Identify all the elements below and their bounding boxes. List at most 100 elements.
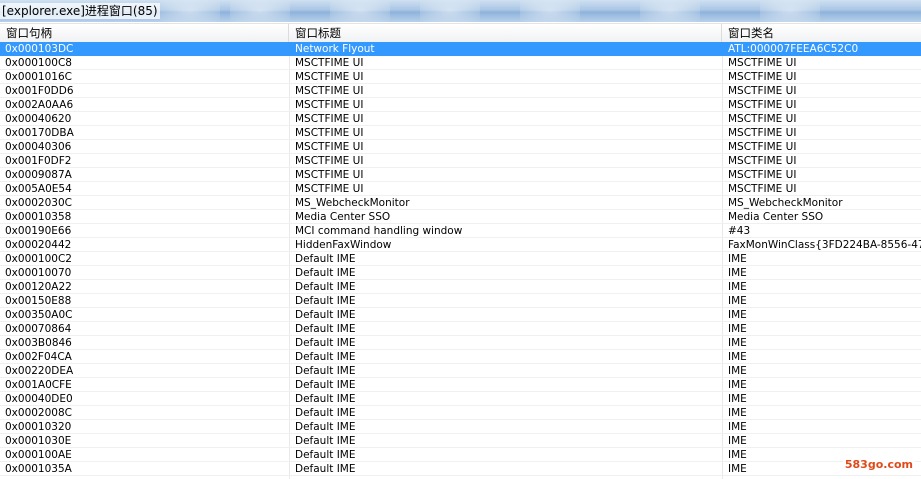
cell-title: Default IME bbox=[295, 351, 356, 363]
cell-class: MS_WebcheckMonitor bbox=[728, 197, 843, 209]
table-row[interactable]: 0x000100AE Default IME IME bbox=[0, 448, 921, 462]
table-row[interactable]: 0x00010358 Media Center SSO Media Center S… bbox=[0, 210, 921, 224]
cell-class: MSCTFIME UI bbox=[728, 155, 797, 167]
cell-class: IME bbox=[728, 365, 747, 377]
table-row[interactable]: 0x0002030C MS_WebcheckMonitor MS_WebcheckM… bbox=[0, 196, 921, 210]
cell-title: Default IME bbox=[295, 393, 356, 405]
table-row[interactable]: 0x005A0E54 MSCTFIME UI MSCTFIME UI bbox=[0, 182, 921, 196]
table-row[interactable]: 0x00170DBA MSCTFIME UI MSCTFIME UI bbox=[0, 126, 921, 140]
table-row[interactable]: 0x0001035A Default IME IME bbox=[0, 462, 921, 476]
table-row[interactable]: 0x0009087A MSCTFIME UI MSCTFIME UI bbox=[0, 168, 921, 182]
cell-handle: 0x00150E88 bbox=[5, 295, 72, 307]
cell-title: MSCTFIME UI bbox=[295, 169, 364, 181]
cell-handle: 0x00220DEA bbox=[5, 365, 74, 377]
table-row[interactable]: 0x00040DE0 Default IME IME bbox=[0, 392, 921, 406]
cell-handle: 0x00070864 bbox=[5, 323, 72, 335]
table-row[interactable]: 0x00020442 HiddenFaxWindow FaxMonWinClass{… bbox=[0, 238, 921, 252]
cell-title: MSCTFIME UI bbox=[295, 113, 364, 125]
cell-class: IME bbox=[728, 267, 747, 279]
cell-handle: 0x002A0AA6 bbox=[5, 99, 74, 111]
cell-class: IME bbox=[728, 435, 747, 447]
cell-class: MSCTFIME UI bbox=[728, 85, 797, 97]
cell-handle: 0x0001035A bbox=[5, 463, 72, 475]
window-list[interactable]: 0x000103DC Network Flyout ATL:000007FEEA6C… bbox=[0, 42, 921, 479]
cell-handle: 0x000100C8 bbox=[5, 57, 72, 69]
cell-class: IME bbox=[728, 309, 747, 321]
cell-handle: 0x00020442 bbox=[5, 239, 72, 251]
table-row[interactable]: 0x002F04CA Default IME IME bbox=[0, 350, 921, 364]
cell-handle: 0x00040306 bbox=[5, 141, 72, 153]
cell-handle: 0x000100AE bbox=[5, 449, 72, 461]
cell-title: MS_WebcheckMonitor bbox=[295, 197, 410, 209]
cell-title: Default IME bbox=[295, 295, 356, 307]
cell-handle: 0x00120A22 bbox=[5, 281, 72, 293]
cell-class: IME bbox=[728, 407, 747, 419]
cell-handle: 0x00010070 bbox=[5, 267, 72, 279]
cell-title: MSCTFIME UI bbox=[295, 57, 364, 69]
table-row[interactable]: 0x00070864 Default IME IME bbox=[0, 322, 921, 336]
cell-title: Default IME bbox=[295, 309, 356, 321]
cell-title: MSCTFIME UI bbox=[295, 99, 364, 111]
table-row[interactable]: 0x0002008C Default IME IME bbox=[0, 406, 921, 420]
table-row[interactable]: 0x00010070 Default IME IME bbox=[0, 266, 921, 280]
table-row[interactable]: 0x000100C2 Default IME IME bbox=[0, 252, 921, 266]
table-row[interactable]: 0x0001016C MSCTFIME UI MSCTFIME UI bbox=[0, 70, 921, 84]
table-row[interactable]: 0x00040620 MSCTFIME UI MSCTFIME UI bbox=[0, 112, 921, 126]
table-row[interactable]: 0x00010320 Default IME IME bbox=[0, 420, 921, 434]
table-row[interactable]: 0x000103DC Network Flyout ATL:000007FEEA6C… bbox=[0, 42, 921, 56]
cell-class: MSCTFIME UI bbox=[728, 71, 797, 83]
cell-class: Media Center SSO bbox=[728, 211, 824, 223]
cell-handle: 0x00040DE0 bbox=[5, 393, 73, 405]
table-row[interactable]: 0x00190E66 MCI command handling window #43 bbox=[0, 224, 921, 238]
table-row[interactable]: 0x0001030E Default IME IME bbox=[0, 434, 921, 448]
table-row[interactable]: 0x003B0846 Default IME IME bbox=[0, 336, 921, 350]
cell-class: ATL:000007FEEA6C52C0 bbox=[728, 43, 859, 55]
table-row[interactable]: 0x002A0AA6 MSCTFIME UI MSCTFIME UI bbox=[0, 98, 921, 112]
cell-handle: 0x0002030C bbox=[5, 197, 72, 209]
table-row[interactable]: 0x001A0CFE Default IME IME bbox=[0, 378, 921, 392]
table-row[interactable]: 0x001F0DD6 MSCTFIME UI MSCTFIME UI bbox=[0, 84, 921, 98]
cell-title: MCI command handling window bbox=[295, 225, 463, 237]
table-row[interactable]: 0x00350A0C Default IME IME bbox=[0, 308, 921, 322]
cell-title: Default IME bbox=[295, 421, 356, 433]
cell-class: IME bbox=[728, 253, 747, 265]
cell-title: MSCTFIME UI bbox=[295, 183, 364, 195]
cell-title: MSCTFIME UI bbox=[295, 85, 364, 97]
cell-handle: 0x00170DBA bbox=[5, 127, 74, 139]
cell-handle: 0x001A0CFE bbox=[5, 379, 72, 391]
cell-title: Default IME bbox=[295, 323, 356, 335]
cell-class: #43 bbox=[728, 225, 751, 237]
table-row[interactable]: 0x000100C8 MSCTFIME UI MSCTFIME UI bbox=[0, 56, 921, 70]
cell-title: Default IME bbox=[295, 449, 356, 461]
cell-title: Default IME bbox=[295, 337, 356, 349]
cell-class: IME bbox=[728, 281, 747, 293]
column-header-handle[interactable]: 窗口句柄 bbox=[0, 24, 289, 42]
column-header-title[interactable]: 窗口标题 bbox=[289, 24, 722, 42]
column-header-class[interactable]: 窗口类名 bbox=[722, 24, 921, 42]
table-row[interactable]: 0x00220DEA Default IME IME bbox=[0, 364, 921, 378]
cell-handle: 0x001F0DF2 bbox=[5, 155, 72, 167]
cell-handle: 0x0002008C bbox=[5, 407, 72, 419]
cell-class: IME bbox=[728, 379, 747, 391]
cell-handle: 0x000100C2 bbox=[5, 253, 72, 265]
cell-handle: 0x00010320 bbox=[5, 421, 72, 433]
cell-class: IME bbox=[728, 351, 747, 363]
cell-handle: 0x002F04CA bbox=[5, 351, 72, 363]
window-titlebar[interactable]: [explorer.exe]进程窗口(85) bbox=[0, 0, 921, 22]
cell-title: MSCTFIME UI bbox=[295, 141, 364, 153]
list-header: 窗口句柄 窗口标题 窗口类名 bbox=[0, 23, 921, 43]
cell-title: MSCTFIME UI bbox=[295, 71, 364, 83]
cell-class: MSCTFIME UI bbox=[728, 169, 797, 181]
cell-title: Default IME bbox=[295, 267, 356, 279]
cell-handle: 0x0001016C bbox=[5, 71, 72, 83]
cell-class: MSCTFIME UI bbox=[728, 113, 797, 125]
cell-handle: 0x00040620 bbox=[5, 113, 72, 125]
table-row[interactable]: 0x00150E88 Default IME IME bbox=[0, 294, 921, 308]
table-row[interactable]: 0x001F0DF2 MSCTFIME UI MSCTFIME UI bbox=[0, 154, 921, 168]
cell-title: Network Flyout bbox=[295, 43, 375, 55]
cell-title: Default IME bbox=[295, 435, 356, 447]
cell-title: Default IME bbox=[295, 281, 356, 293]
table-row[interactable]: 0x00040306 MSCTFIME UI MSCTFIME UI bbox=[0, 140, 921, 154]
table-row[interactable]: 0x00120A22 Default IME IME bbox=[0, 280, 921, 294]
cell-class: IME bbox=[728, 323, 747, 335]
